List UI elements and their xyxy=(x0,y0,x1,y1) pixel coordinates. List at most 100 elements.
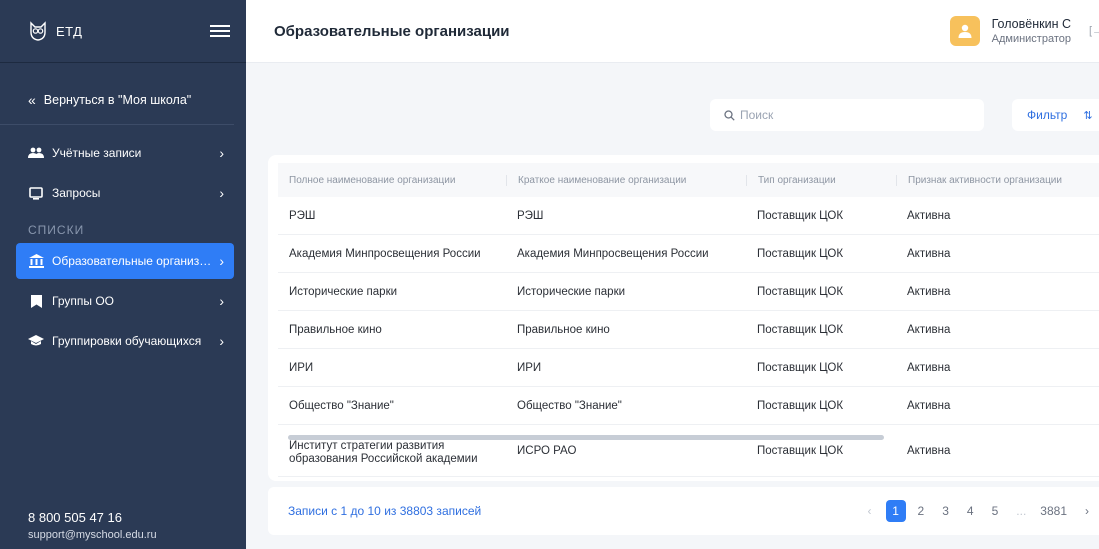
sidebar-item-label: Образовательные организа... xyxy=(52,254,214,268)
table-cell: РЭШ xyxy=(289,209,316,222)
chevron-right-icon: › xyxy=(219,145,224,161)
table-cell: Общество "Знание" xyxy=(517,399,622,412)
table-cell: Правильное кино xyxy=(289,323,382,336)
table-cell: РЭШ xyxy=(517,209,544,222)
table-row[interactable]: Институт стратегии развития образования … xyxy=(278,425,1099,477)
back-to-school-link[interactable]: « Вернуться в "Моя школа" xyxy=(0,75,234,125)
table-cell: Поставщик ЦОК xyxy=(757,361,844,374)
table-cell: Активна xyxy=(907,361,951,374)
bank-icon xyxy=(28,254,44,268)
support-phone: 8 800 505 47 16 xyxy=(28,510,122,525)
pagination-bar: Записи с 1 до 10 из 38803 записей ‹ 1 2 … xyxy=(268,487,1099,535)
sidebar-header: ЕТД xyxy=(0,0,246,63)
page-button-3[interactable]: 3 xyxy=(942,504,949,518)
table-cell: Правильное кино xyxy=(517,323,610,336)
user-icon xyxy=(958,24,972,38)
table-row[interactable]: Правильное кино Правильное кино Поставщик … xyxy=(278,311,1099,349)
table-cell: ИРИ xyxy=(517,361,542,374)
table-cell: Активна xyxy=(907,209,951,222)
main-content: Поиск Фильтр ⇅ Полное наименование орган… xyxy=(246,63,1099,549)
page-title: Образовательные организации xyxy=(274,22,510,40)
users-icon xyxy=(28,147,44,159)
sidebar-item-requests[interactable]: Запросы › xyxy=(16,175,234,211)
settings-icon: ⇅ xyxy=(1083,109,1093,122)
page-button-4[interactable]: 4 xyxy=(967,504,974,518)
app-logo-text: ЕТД xyxy=(56,23,83,39)
filter-label: Фильтр xyxy=(1027,108,1068,122)
table-row[interactable]: РЭШ РЭШ Поставщик ЦОК Активна xyxy=(278,197,1099,235)
table-row[interactable]: ИРИ ИРИ Поставщик ЦОК Активна xyxy=(278,349,1099,387)
sidebar-item-accounts[interactable]: Учётные записи › xyxy=(16,135,234,171)
table-cell: ИРИ xyxy=(289,361,314,374)
double-chevron-left-icon: « xyxy=(28,91,36,108)
sidebar-item-educational-orgs[interactable]: Образовательные организа... › xyxy=(16,243,234,279)
horizontal-scrollbar[interactable] xyxy=(288,435,884,440)
column-header[interactable]: Полное наименование организации xyxy=(278,175,506,186)
table-cell: Институт стратегии развития образования … xyxy=(289,439,478,465)
column-header[interactable]: Краткое наименование организации xyxy=(506,174,746,186)
search-input[interactable]: Поиск xyxy=(710,99,984,131)
table-cell: Поставщик ЦОК xyxy=(757,209,844,222)
page-button-5[interactable]: 5 xyxy=(992,504,999,518)
table-row[interactable]: Исторические парки Исторические парки Пост… xyxy=(278,273,1099,311)
sidebar-item-student-groupings[interactable]: Группировки обучающихся › xyxy=(16,323,234,359)
table-row[interactable]: Общество "Знание" Общество "Знание" Постав… xyxy=(278,387,1099,425)
chevron-right-icon: › xyxy=(219,293,224,309)
sidebar-item-label: Группировки обучающихся xyxy=(52,334,202,348)
sidebar-item-label: Группы ОО xyxy=(52,294,114,308)
table-cell: Активна xyxy=(907,444,951,457)
prev-page-button[interactable]: ‹ xyxy=(868,504,872,518)
table-row[interactable]: Академия Минпросвещения России Академия М… xyxy=(278,235,1099,273)
next-page-button[interactable]: › xyxy=(1085,504,1089,518)
table-cell: Поставщик ЦОК xyxy=(757,323,844,336)
back-link-label: Вернуться в "Моя школа" xyxy=(43,92,192,107)
table-cell: Академия Минпросвещения России xyxy=(517,247,709,260)
page-button-last[interactable]: 3881 xyxy=(1040,504,1067,518)
sidebar-item-label: Учётные записи xyxy=(52,146,142,160)
pagination-ellipsis: ... xyxy=(1016,504,1027,518)
chevron-right-icon: › xyxy=(219,253,224,269)
owl-logo-icon xyxy=(30,21,46,41)
avatar[interactable] xyxy=(949,16,980,46)
table-cell: ИСРО РАО xyxy=(517,444,577,457)
graduation-cap-icon xyxy=(28,335,44,347)
chevron-right-icon: › xyxy=(219,333,224,349)
user-role: Администратор xyxy=(991,33,1071,45)
top-header: Образовательные организации Головёнкин С… xyxy=(246,0,1099,63)
records-count: Записи с 1 до 10 из 38803 записей xyxy=(288,504,482,518)
table-cell: Поставщик ЦОК xyxy=(757,444,844,457)
filter-button[interactable]: Фильтр ⇅ xyxy=(1012,99,1099,131)
table-cell: Активна xyxy=(907,247,951,260)
user-info[interactable]: Головёнкин С Администратор xyxy=(992,17,1071,45)
table-cell: Академия Минпросвещения России xyxy=(289,247,481,260)
menu-icon[interactable] xyxy=(210,22,230,40)
page-button-2[interactable]: 2 xyxy=(918,504,925,518)
table-cell: Активна xyxy=(907,399,951,412)
table-cell: Общество "Знание" xyxy=(289,399,394,412)
user-name: Головёнкин С xyxy=(991,17,1071,31)
organizations-table: Полное наименование организации Краткое … xyxy=(268,155,1099,481)
column-header[interactable]: Тип организации xyxy=(746,174,896,186)
table-cell: Поставщик ЦОК xyxy=(757,285,844,298)
column-header[interactable]: Признак активности организации xyxy=(896,174,1099,186)
sidebar-item-label: Запросы xyxy=(52,186,101,200)
support-contacts: 8 800 505 47 16 support@myschool.edu.ru xyxy=(28,510,157,541)
sidebar: ЕТД « Вернуться в "Моя школа" Учётные за… xyxy=(0,0,246,549)
sidebar-item-oo-groups[interactable]: Группы ОО › xyxy=(16,283,234,319)
support-email[interactable]: support@myschool.edu.ru xyxy=(28,529,157,541)
chevron-right-icon: › xyxy=(219,185,224,201)
monitor-icon xyxy=(28,186,44,200)
bookmark-icon xyxy=(28,294,44,308)
logout-icon[interactable]: [→ xyxy=(1089,25,1099,37)
table-cell: Исторические парки xyxy=(517,285,626,298)
sidebar-section-lists: СПИСКИ xyxy=(28,223,85,237)
table-header: Полное наименование организации Краткое … xyxy=(278,163,1099,197)
table-cell: Исторические парки xyxy=(289,285,398,298)
table-cell: Активна xyxy=(907,285,951,298)
search-icon xyxy=(724,109,735,121)
table-cell: Поставщик ЦОК xyxy=(757,399,844,412)
search-placeholder: Поиск xyxy=(740,108,774,122)
table-cell: Активна xyxy=(907,323,951,336)
page-button-1[interactable]: 1 xyxy=(885,500,906,522)
table-cell: Поставщик ЦОК xyxy=(757,247,844,260)
